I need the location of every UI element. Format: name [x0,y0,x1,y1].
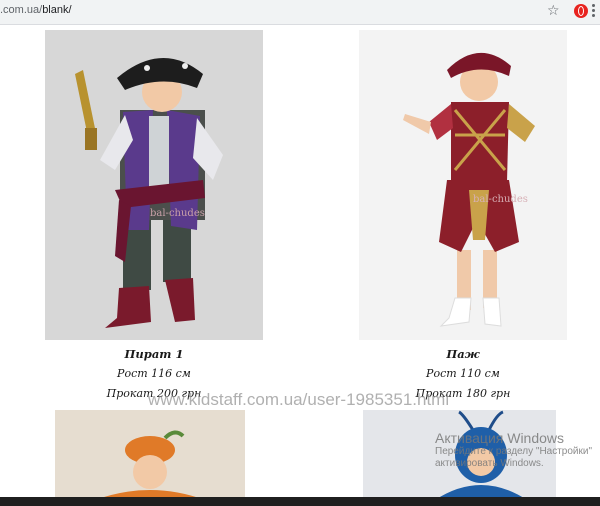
address-bar[interactable]: .com.ua/blank/ [0,4,72,16]
windows-activation-notice: Активация Windows Перейдите к разделу "Н… [435,430,592,470]
product-height: Рост 110 см [426,367,500,380]
windows-activation-title: Активация Windows [435,430,565,446]
page-costume-image: bal-chudes [359,30,567,340]
windows-activation-line: активировать Windows. [435,458,544,469]
browser-toolbar: .com.ua/blank/ ☆ [0,0,600,25]
opera-icon[interactable] [574,4,588,18]
site-watermark: www.kidstaff.com.ua/user-1985351.html [148,390,450,409]
photo-watermark-label: bal-chudes [473,194,528,205]
product-photo-pirate[interactable]: bal-chudes [45,30,263,340]
product-title: Пират 1 [124,347,184,361]
product-height: Рост 116 см [117,367,191,380]
star-icon[interactable]: ☆ [547,2,560,20]
product-photo-pumpkin[interactable] [55,410,245,500]
windows-activation-line: Перейдите к разделу "Настройки" [435,446,593,457]
menu-icon[interactable] [592,4,595,18]
pumpkin-costume-image [55,410,245,500]
taskbar [0,497,600,506]
product-title: Паж [446,347,480,361]
product-photo-page[interactable]: bal-chudes [359,30,567,340]
pirate-costume-image: bal-chudes [45,30,263,340]
photo-watermark-label: bal-chudes [150,208,205,219]
